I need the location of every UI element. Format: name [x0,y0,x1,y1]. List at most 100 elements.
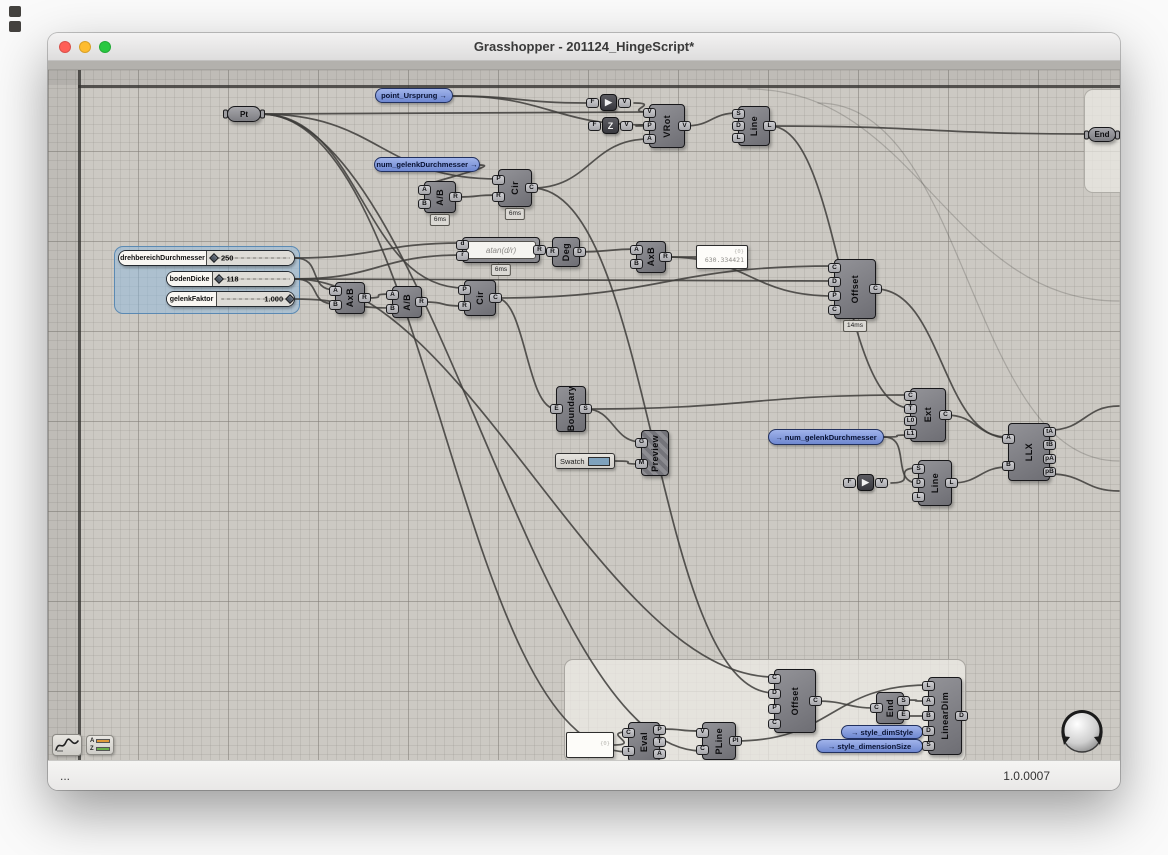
port-pl[interactable]: Pl [729,736,742,746]
port-c[interactable]: C [768,673,781,684]
component-mul-2[interactable]: AxB A B R [329,282,371,314]
port-a[interactable]: A [386,290,399,300]
component-mul-1[interactable]: AxB A B R [630,241,672,273]
port-r[interactable]: R [449,192,462,202]
port-v[interactable]: V [696,727,709,738]
port-c[interactable]: C [809,696,822,706]
port-r[interactable]: R [533,245,546,255]
port-d[interactable]: d [456,239,469,250]
slider-slider-gelenkfaktor[interactable]: gelenkFaktor 1.000 [166,291,295,307]
slider-slider-bodendicke[interactable]: bodenDicke 118 [166,271,295,287]
panel-panel-2[interactable]: {0} [566,732,614,758]
port-b[interactable]: B [418,199,431,209]
port-e[interactable]: E [550,404,563,414]
port-l0[interactable]: L0 [904,416,917,427]
port-tb[interactable]: tB [1043,440,1056,451]
port-p[interactable]: P [828,291,841,301]
port-l[interactable]: L [732,133,745,143]
port-l[interactable]: L [922,681,935,692]
component-boundary[interactable]: Boundary E S [550,386,592,432]
port-p[interactable]: P [458,285,471,295]
port-b[interactable]: B [329,300,342,310]
sketch-widget[interactable] [52,734,82,756]
port-c[interactable]: C [489,293,502,303]
port-c[interactable]: C [622,728,635,738]
component-line-2[interactable]: Line S D L L [912,460,958,506]
port-c[interactable]: C [939,410,952,420]
az-widget[interactable]: AZ [86,735,114,755]
port-l[interactable]: L [763,121,776,131]
port-c[interactable]: C [828,263,841,273]
output-nub[interactable] [1115,130,1120,139]
titlebar[interactable]: Grasshopper - 201124_HingeScript* [48,33,1120,61]
port-a[interactable]: A [329,286,342,296]
port-l1[interactable]: L1 [904,428,917,439]
port-d[interactable]: D [732,121,745,131]
component-eval[interactable]: Eval Ct P T A [622,722,666,760]
component-offset-2[interactable]: Offset C D P C C [768,669,822,733]
port-c[interactable]: C [768,718,781,729]
port-d[interactable]: D [912,478,925,488]
port-b[interactable]: B [922,710,935,721]
slider-knob[interactable] [285,294,294,304]
port-a[interactable]: A [630,245,643,255]
port-s[interactable]: S [922,740,935,751]
component-div-2[interactable]: A/B A B R [386,286,428,318]
port-r[interactable]: R [659,252,672,262]
port-v[interactable]: V [875,477,888,488]
scribble-label-style-dimstyle[interactable]: → style_dimStyle [841,725,923,739]
color-chip[interactable] [587,456,610,466]
input-nub[interactable] [223,109,228,119]
port-ta[interactable]: tA [1043,426,1056,437]
port-a[interactable]: A [643,134,656,145]
port-d[interactable]: D [573,247,586,257]
port-r[interactable]: R [358,293,371,303]
port-p[interactable]: P [643,120,656,131]
slider-track[interactable]: 118 [213,272,294,286]
port-c[interactable]: C [525,183,538,193]
panel-panel-1[interactable]: {0} 630.334421 [696,245,748,269]
component-cir-2[interactable]: Cir P R C [458,280,502,316]
port-t[interactable]: T [904,403,917,414]
toggle-toggle-2[interactable]: FZV [588,117,633,134]
component-llx[interactable]: LLX A BtA tB pA pB [1002,423,1056,481]
scribble-label-num-gelenkdurchmesser-in[interactable]: → num_gelenkDurchmesser [768,429,884,445]
port-d[interactable]: D [922,725,935,736]
port-c[interactable]: C [869,284,882,294]
port-p[interactable]: P [768,703,781,714]
toggle-icon[interactable]: ▶ [600,94,617,111]
zoom-button[interactable] [99,40,111,53]
scribble-label-style-dimensionsize[interactable]: → style_dimensionSize [816,739,923,753]
port-a[interactable]: A [922,696,935,707]
minimize-button[interactable] [79,40,91,53]
swatch-swatch[interactable]: Swatch [555,453,615,469]
slider-knob[interactable] [214,274,225,284]
port-m[interactable]: M [635,458,648,469]
output-nub[interactable] [260,109,265,119]
port-pb[interactable]: pB [1043,467,1056,478]
component-vrot[interactable]: VRot V P A V [643,104,691,148]
param-end-1[interactable]: End [1084,127,1120,142]
component-preview[interactable]: Preview G M [635,430,669,476]
toggle-icon[interactable]: Z [602,117,619,134]
toggle-icon[interactable]: ▶ [857,474,874,491]
port-b[interactable]: B [630,259,643,269]
port-v[interactable]: V [620,120,633,131]
port-l[interactable]: L [945,478,958,488]
port-v[interactable]: V [678,121,691,131]
port-b[interactable]: B [386,304,399,314]
canvas[interactable]: Pt point_Ursprung → num_gelenkDurchmesser … [48,61,1120,760]
port-p[interactable]: P [492,174,505,185]
component-line-1[interactable]: Line S D L L [732,106,776,146]
port-c[interactable]: C [904,391,917,402]
port-s[interactable]: S [912,464,925,474]
port-v[interactable]: V [618,97,631,108]
port-v[interactable]: V [643,107,656,118]
component-lineardim[interactable]: LinearDim L A B D S D [922,677,968,755]
port-b[interactable]: B [1002,460,1015,471]
port-a[interactable]: A [653,749,666,759]
port-pa[interactable]: pA [1043,453,1056,464]
port-a[interactable]: A [418,185,431,195]
port-d[interactable]: D [768,688,781,699]
component-expr-atan[interactable]: atan(d/r) d r R 6ms [456,237,546,276]
